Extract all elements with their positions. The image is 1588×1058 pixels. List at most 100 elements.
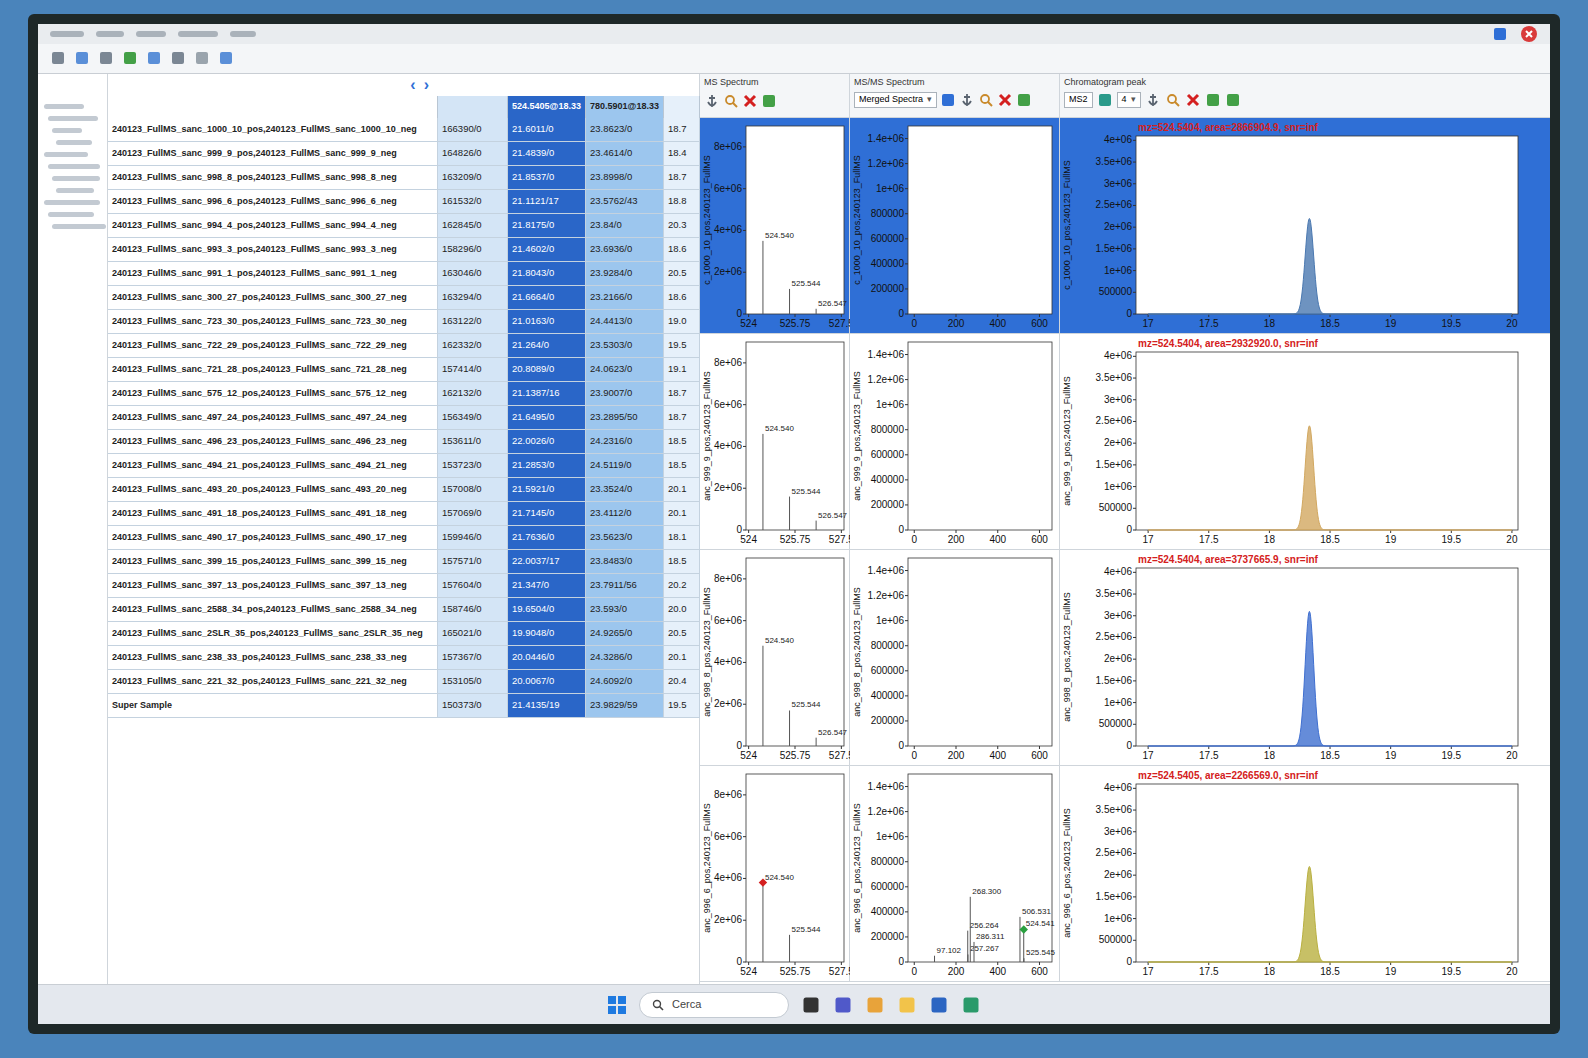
table-cell[interactable]: 157069/0 bbox=[438, 502, 508, 526]
table-cell[interactable]: Super Sample bbox=[108, 694, 438, 718]
table-cell[interactable]: 240123_FullMS_sanc_496_23_pos,240123_Ful… bbox=[108, 430, 438, 454]
table-cell[interactable]: 18.8 bbox=[664, 190, 700, 214]
table-cell[interactable]: 240123_FullMS_sanc_238_33_pos,240123_Ful… bbox=[108, 646, 438, 670]
table-cell[interactable]: 22.0026/0 bbox=[508, 430, 586, 454]
table-cell[interactable]: 240123_FullMS_sanc_493_20_pos,240123_Ful… bbox=[108, 478, 438, 502]
table-cell[interactable]: 23.3524/0 bbox=[586, 478, 664, 502]
table-cell[interactable]: 18.7 bbox=[664, 406, 700, 430]
table-cell[interactable]: 24.6092/0 bbox=[586, 670, 664, 694]
tree-item[interactable] bbox=[52, 128, 82, 133]
zoom-icon[interactable] bbox=[978, 92, 994, 108]
table-row[interactable]: 240123_FullMS_sanc_722_29_pos,240123_Ful… bbox=[108, 334, 699, 358]
table-cell[interactable]: 163294/0 bbox=[438, 286, 508, 310]
tree-item[interactable] bbox=[52, 224, 106, 229]
count-select[interactable]: 4▾ bbox=[1117, 92, 1141, 108]
table-cell[interactable]: 24.5119/0 bbox=[586, 454, 664, 478]
table-cell[interactable]: 23.593/0 bbox=[586, 598, 664, 622]
table-row[interactable]: 240123_FullMS_sanc_996_6_pos,240123_Full… bbox=[108, 190, 699, 214]
table-cell[interactable]: 240123_FullMS_sanc_1000_10_pos,240123_Fu… bbox=[108, 118, 438, 142]
table-cell[interactable]: 240123_FullMS_sanc_490_17_pos,240123_Ful… bbox=[108, 526, 438, 550]
table-cell[interactable]: 23.4112/0 bbox=[586, 502, 664, 526]
table-cell[interactable]: 20.0446/0 bbox=[508, 646, 586, 670]
table-cell[interactable]: 240123_FullMS_sanc_491_18_pos,240123_Ful… bbox=[108, 502, 438, 526]
anchor-icon[interactable] bbox=[959, 92, 975, 108]
toolbar-icon[interactable] bbox=[146, 50, 162, 66]
table-cell[interactable]: 158746/0 bbox=[438, 598, 508, 622]
table-cell[interactable]: 240123_FullMS_sanc_221_32_pos,240123_Ful… bbox=[108, 670, 438, 694]
table-cell[interactable]: 18.7 bbox=[664, 166, 700, 190]
table-cell[interactable]: 153105/0 bbox=[438, 670, 508, 694]
table-cell[interactable]: 23.2895/50 bbox=[586, 406, 664, 430]
table-row[interactable]: 240123_FullMS_sanc_994_4_pos,240123_Full… bbox=[108, 214, 699, 238]
tree-item[interactable] bbox=[44, 104, 84, 109]
plot-row[interactable]: 524525.75527.502e+064e+066e+068e+06anc_9… bbox=[700, 334, 1550, 550]
table-cell[interactable]: 19.6504/0 bbox=[508, 598, 586, 622]
table-cell[interactable]: 19.1 bbox=[664, 358, 700, 382]
toolbar-icon[interactable] bbox=[194, 50, 210, 66]
table-row[interactable]: 240123_FullMS_sanc_991_1_pos,240123_Full… bbox=[108, 262, 699, 286]
table-cell[interactable]: 21.8537/0 bbox=[508, 166, 586, 190]
chromatogram-panel[interactable]: 1717.51818.51919.52005000001e+061.5e+062… bbox=[1060, 550, 1550, 765]
table-row[interactable]: 240123_FullMS_sanc_397_13_pos,240123_Ful… bbox=[108, 574, 699, 598]
table-cell[interactable]: 21.4602/0 bbox=[508, 238, 586, 262]
table-cell[interactable]: 18.6 bbox=[664, 238, 700, 262]
table-cell[interactable]: 240123_FullMS_sanc_399_15_pos,240123_Ful… bbox=[108, 550, 438, 574]
table-cell[interactable]: 153723/0 bbox=[438, 454, 508, 478]
table-cell[interactable]: 18.5 bbox=[664, 550, 700, 574]
table-cell[interactable]: 21.8175/0 bbox=[508, 214, 586, 238]
table-cell[interactable]: 166390/0 bbox=[438, 118, 508, 142]
toolbar-icon[interactable] bbox=[218, 50, 234, 66]
table-cell[interactable]: 240123_FullMS_sanc_721_28_pos,240123_Ful… bbox=[108, 358, 438, 382]
table-cell[interactable]: 240123_FullMS_sanc_723_30_pos,240123_Ful… bbox=[108, 310, 438, 334]
settings-icon[interactable] bbox=[940, 92, 956, 108]
chromatogram-panel[interactable]: 1717.51818.51919.52005000001e+061.5e+062… bbox=[1060, 334, 1550, 549]
table-cell[interactable]: 20.8089/0 bbox=[508, 358, 586, 382]
table-cell[interactable]: 165021/0 bbox=[438, 622, 508, 646]
previous-button[interactable]: ‹ bbox=[410, 77, 415, 93]
menu-item[interactable] bbox=[136, 31, 166, 37]
table-cell[interactable]: 20.1 bbox=[664, 478, 700, 502]
ms-spectrum-panel[interactable]: 524525.75527.502e+064e+066e+068e+06anc_9… bbox=[700, 334, 850, 549]
table-row[interactable]: 240123_FullMS_sanc_490_17_pos,240123_Ful… bbox=[108, 526, 699, 550]
table-cell[interactable]: 23.6936/0 bbox=[586, 238, 664, 262]
table-row[interactable]: 240123_FullMS_sanc_300_27_pos,240123_Ful… bbox=[108, 286, 699, 310]
column-header[interactable] bbox=[438, 96, 508, 118]
table-cell[interactable]: 21.347/0 bbox=[508, 574, 586, 598]
table-cell[interactable]: 20.5 bbox=[664, 262, 700, 286]
table-row[interactable]: 240123_FullMS_sanc_238_33_pos,240123_Ful… bbox=[108, 646, 699, 670]
table-cell[interactable]: 157008/0 bbox=[438, 478, 508, 502]
taskbar-app-icon[interactable] bbox=[897, 995, 917, 1015]
table-cell[interactable]: 18.5 bbox=[664, 454, 700, 478]
table-row[interactable]: 240123_FullMS_sanc_1000_10_pos,240123_Fu… bbox=[108, 118, 699, 142]
table-cell[interactable]: 162332/0 bbox=[438, 334, 508, 358]
table-cell[interactable]: 23.84/0 bbox=[586, 214, 664, 238]
table-cell[interactable]: 24.9265/0 bbox=[586, 622, 664, 646]
table-row[interactable]: 240123_FullMS_sanc_494_21_pos,240123_Ful… bbox=[108, 454, 699, 478]
tree-item[interactable] bbox=[44, 200, 100, 205]
table-cell[interactable]: 20.0067/0 bbox=[508, 670, 586, 694]
anchor-icon[interactable] bbox=[704, 93, 720, 109]
table-row[interactable]: 240123_FullMS_sanc_496_23_pos,240123_Ful… bbox=[108, 430, 699, 454]
table-cell[interactable]: 240123_FullMS_sanc_996_6_pos,240123_Full… bbox=[108, 190, 438, 214]
table-cell[interactable]: 24.0623/0 bbox=[586, 358, 664, 382]
save-icon[interactable] bbox=[1225, 92, 1241, 108]
export-icon[interactable] bbox=[1016, 92, 1032, 108]
table-cell[interactable]: 18.6 bbox=[664, 286, 700, 310]
tree-item[interactable] bbox=[48, 116, 98, 121]
table-row[interactable]: 240123_FullMS_sanc_998_8_pos,240123_Full… bbox=[108, 166, 699, 190]
table-cell[interactable]: 162132/0 bbox=[438, 382, 508, 406]
table-cell[interactable]: 240123_FullMS_sanc_397_13_pos,240123_Ful… bbox=[108, 574, 438, 598]
table-cell[interactable]: 21.4135/19 bbox=[508, 694, 586, 718]
table-cell[interactable]: 21.6011/0 bbox=[508, 118, 586, 142]
table-cell[interactable]: 20.5 bbox=[664, 622, 700, 646]
table-cell[interactable]: 21.2853/0 bbox=[508, 454, 586, 478]
plot-row[interactable]: 524525.75527.502e+064e+066e+068e+06anc_9… bbox=[700, 550, 1550, 766]
chromatogram-panel[interactable]: 1717.51818.51919.52005000001e+061.5e+062… bbox=[1060, 118, 1550, 333]
table-cell[interactable]: 157414/0 bbox=[438, 358, 508, 382]
table-cell[interactable]: 23.7911/56 bbox=[586, 574, 664, 598]
table-cell[interactable]: 21.5921/0 bbox=[508, 478, 586, 502]
table-cell[interactable]: 240123_FullMS_sanc_999_9_pos,240123_Full… bbox=[108, 142, 438, 166]
delete-icon[interactable] bbox=[1185, 92, 1201, 108]
table-cell[interactable]: 21.4839/0 bbox=[508, 142, 586, 166]
table-row[interactable]: 240123_FullMS_sanc_721_28_pos,240123_Ful… bbox=[108, 358, 699, 382]
